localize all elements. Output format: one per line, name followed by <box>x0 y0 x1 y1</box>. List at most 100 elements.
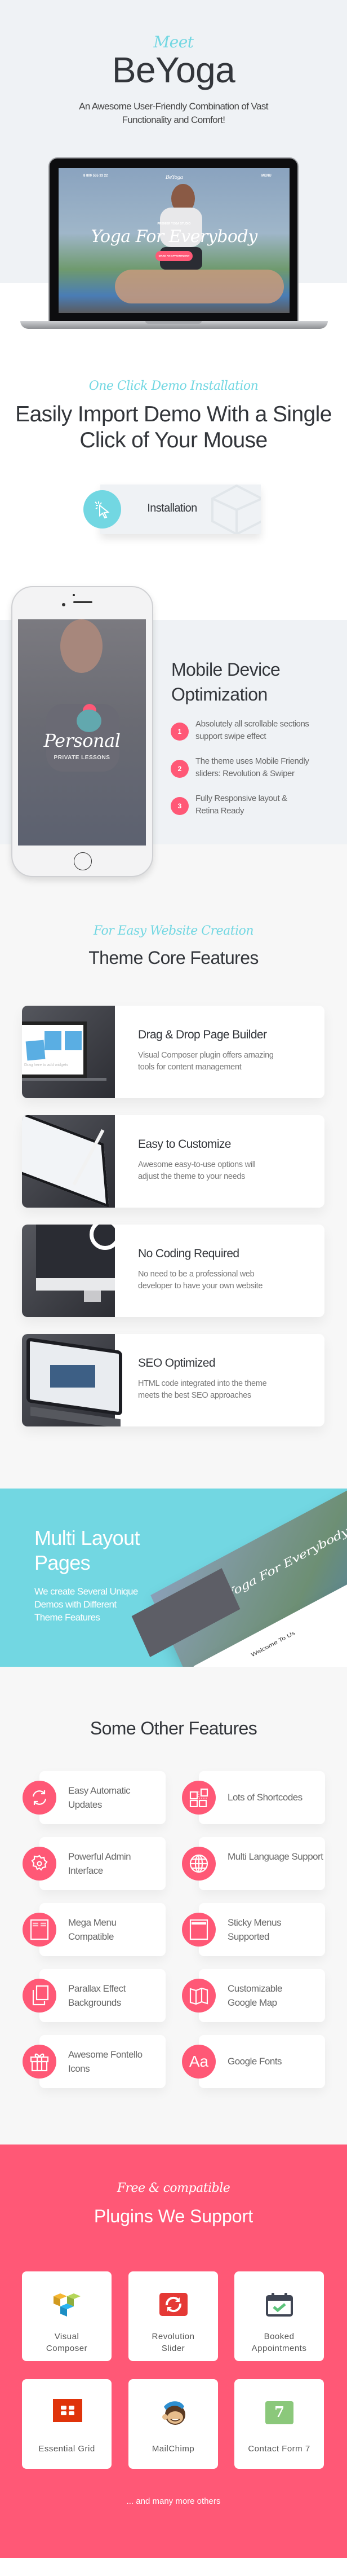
plugin-label-line: MailChimp <box>152 2444 195 2454</box>
core-feature-title: Easy to Customize <box>138 1138 231 1151</box>
laptop-screen: 8 800 555 33 22 BeYoga MENU PREMIER YOGA… <box>59 168 290 313</box>
plugin-label-line: Visual <box>54 2332 79 2341</box>
multi-title-line: Multi Layout <box>34 1526 140 1549</box>
step-number-badge: 2 <box>171 760 189 778</box>
install-title: Easily Import Demo With a Single Click o… <box>0 402 347 453</box>
cursor-click-icon[interactable] <box>83 490 121 529</box>
core-feature-title: No Coding Required <box>138 1247 239 1260</box>
other-feature-card: Aa Google Fonts <box>182 2035 325 2088</box>
screen-headline: Yoga For Everybody <box>91 227 257 246</box>
core-feature-desc-line: tools for content management <box>138 1063 242 1072</box>
mobile-feature-item: 3 Fully Responsive layout & Retina Ready <box>171 794 334 820</box>
essential-grid-icon <box>53 2399 82 2427</box>
phone-brand: Personal <box>43 730 121 751</box>
installation-label: Installation <box>147 502 197 514</box>
other-feature-card: Awesome Fontello Icons <box>23 2035 166 2088</box>
core-title: Theme Core Features <box>88 948 259 968</box>
mobile-title-line: Mobile Device <box>171 659 281 680</box>
plugin-card: MailChimp <box>128 2379 218 2469</box>
image-caption: Drag here to add widgets <box>24 1063 69 1067</box>
plugin-label-line: Composer <box>46 2344 88 2353</box>
other-feature-label-line: Sticky Menus <box>228 1917 282 1928</box>
other-feature-card: Sticky Menus Supported <box>182 1903 325 1956</box>
core-feature-image <box>22 1225 121 1317</box>
installation-button[interactable]: Installation <box>100 485 261 534</box>
plugin-label-line: Essential Grid <box>38 2444 95 2454</box>
other-feature-label-line: Parallax Effect <box>68 1983 126 1994</box>
plugin-label: Essential Grid <box>22 2443 112 2455</box>
core-feature-card: Drag here to add widgets Drag & Drop Page… <box>22 1006 324 1098</box>
plugin-card: Visual Composer <box>22 2271 112 2361</box>
phone-screen: Personal PRIVATE LESSONS <box>18 619 146 846</box>
step-number-badge: 3 <box>171 797 189 815</box>
plugin-label: Visual Composer <box>22 2331 112 2354</box>
core-feature-image: Drag here to add widgets <box>22 1006 115 1098</box>
core-feature-desc-line: meets the best SEO approaches <box>138 1391 251 1400</box>
layers-icon <box>23 1979 56 2013</box>
phone-tagline: PRIVATE LESSONS <box>54 755 110 761</box>
multi-desc-line: We create Several Unique <box>34 1586 138 1597</box>
other-feature-label: Sticky Menus Supported <box>228 1916 323 1944</box>
font-icon: Aa <box>182 2045 216 2079</box>
mockup-welcome: Welcome To Us <box>250 1630 296 1659</box>
other-feature-card: Easy Automatic Updates <box>23 1771 166 1824</box>
other-feature-card: Lots of Shortcodes <box>182 1771 325 1824</box>
core-feature-desc: Visual Composer plugin offers amazing too… <box>138 1050 290 1073</box>
other-feature-label-line: Backgrounds <box>68 1997 121 2008</box>
core-feature-desc-line: developer to have your own website <box>138 1282 263 1291</box>
screen-menu: MENU <box>261 174 272 178</box>
core-feature-title: SEO Optimized <box>138 1357 216 1370</box>
box-icon <box>211 485 261 534</box>
core-feature-desc: HTML code integrated into the theme meets… <box>138 1378 290 1402</box>
plugin-card: Revolution Slider <box>128 2271 218 2361</box>
other-feature-label-line: Awesome Fontello <box>68 2049 143 2060</box>
multi-title: Multi Layout Pages <box>34 1526 140 1575</box>
refresh-icon <box>23 1781 56 1815</box>
gear-icon <box>23 1847 56 1881</box>
mobile-title: Mobile Device Optimization <box>171 657 281 707</box>
core-feature-desc-line: Visual Composer plugin offers amazing <box>138 1051 274 1060</box>
other-feature-card: Parallax Effect Backgrounds <box>23 1969 166 2022</box>
other-feature-label-line: Easy Automatic <box>68 1785 131 1796</box>
mobile-feature-line: sliders: Revolution & Swiper <box>195 769 295 778</box>
mockup-headline: Yoga For Everybody <box>225 1525 347 1601</box>
mobile-feature-line: Fully Responsive layout & <box>195 794 287 803</box>
core-feature-desc: No need to be a professional web develope… <box>138 1269 290 1292</box>
other-feature-label-line: Mega Menu Compatible <box>68 1917 117 1942</box>
visual-composer-icon <box>53 2293 81 2320</box>
install-kicker: One Click Demo Installation <box>88 379 259 393</box>
core-feature-desc-line: adjust the theme to your needs <box>138 1172 246 1181</box>
other-feature-label-line: Interface <box>68 1865 103 1876</box>
screen-eyebrow: PREMIER YOGA STUDIO <box>157 222 191 226</box>
plugin-label-line: Booked <box>264 2332 295 2341</box>
plugin-label: Contact Form 7 <box>234 2443 324 2455</box>
core-feature-card: No Coding Required No need to be a profes… <box>22 1225 324 1317</box>
plugin-card: Essential Grid <box>22 2379 112 2469</box>
core-feature-desc-line: HTML code integrated into the theme <box>138 1379 267 1388</box>
plugin-card: Booked Appointments <box>234 2271 324 2361</box>
screen-cta-button: MAKE AN APPOINTMENT <box>155 251 193 261</box>
shortcodes-icon <box>182 1781 216 1815</box>
other-feature-label: Multi Language Support <box>228 1850 323 1864</box>
mobile-feature-text: Fully Responsive layout & Retina Ready <box>195 792 331 817</box>
hero-title: BeYoga <box>112 50 235 90</box>
screen-phone: 8 800 555 33 22 <box>83 174 108 178</box>
plugin-label-line: Contact Form 7 <box>248 2444 310 2454</box>
mobile-feature-line: support swipe effect <box>195 732 266 741</box>
plugin-glyph: 7 <box>274 2404 285 2421</box>
mobile-title-line: Optimization <box>171 684 268 704</box>
mobile-feature-item: 2 The theme uses Mobile Friendly sliders: … <box>171 756 334 782</box>
contact-form-7-icon: 7 <box>265 2401 293 2424</box>
mailchimp-icon <box>159 2399 188 2427</box>
other-feature-label-line: Powerful Admin <box>68 1851 131 1862</box>
plugin-label: Booked Appointments <box>234 2331 324 2354</box>
other-feature-label-line: Supported <box>228 1931 269 1942</box>
revolution-slider-icon <box>159 2293 188 2320</box>
other-feature-card: Multi Language Support <box>182 1837 325 1890</box>
hero-subtitle-line: An Awesome User-Friendly Combination of … <box>79 101 268 112</box>
other-feature-label-line: Google Fonts <box>228 2056 282 2067</box>
laptop-notch <box>145 321 202 324</box>
hero-subtitle: An Awesome User-Friendly Combination of … <box>0 100 347 127</box>
hero-kicker: Meet <box>153 33 194 51</box>
multi-title-line: Pages <box>34 1551 91 1574</box>
